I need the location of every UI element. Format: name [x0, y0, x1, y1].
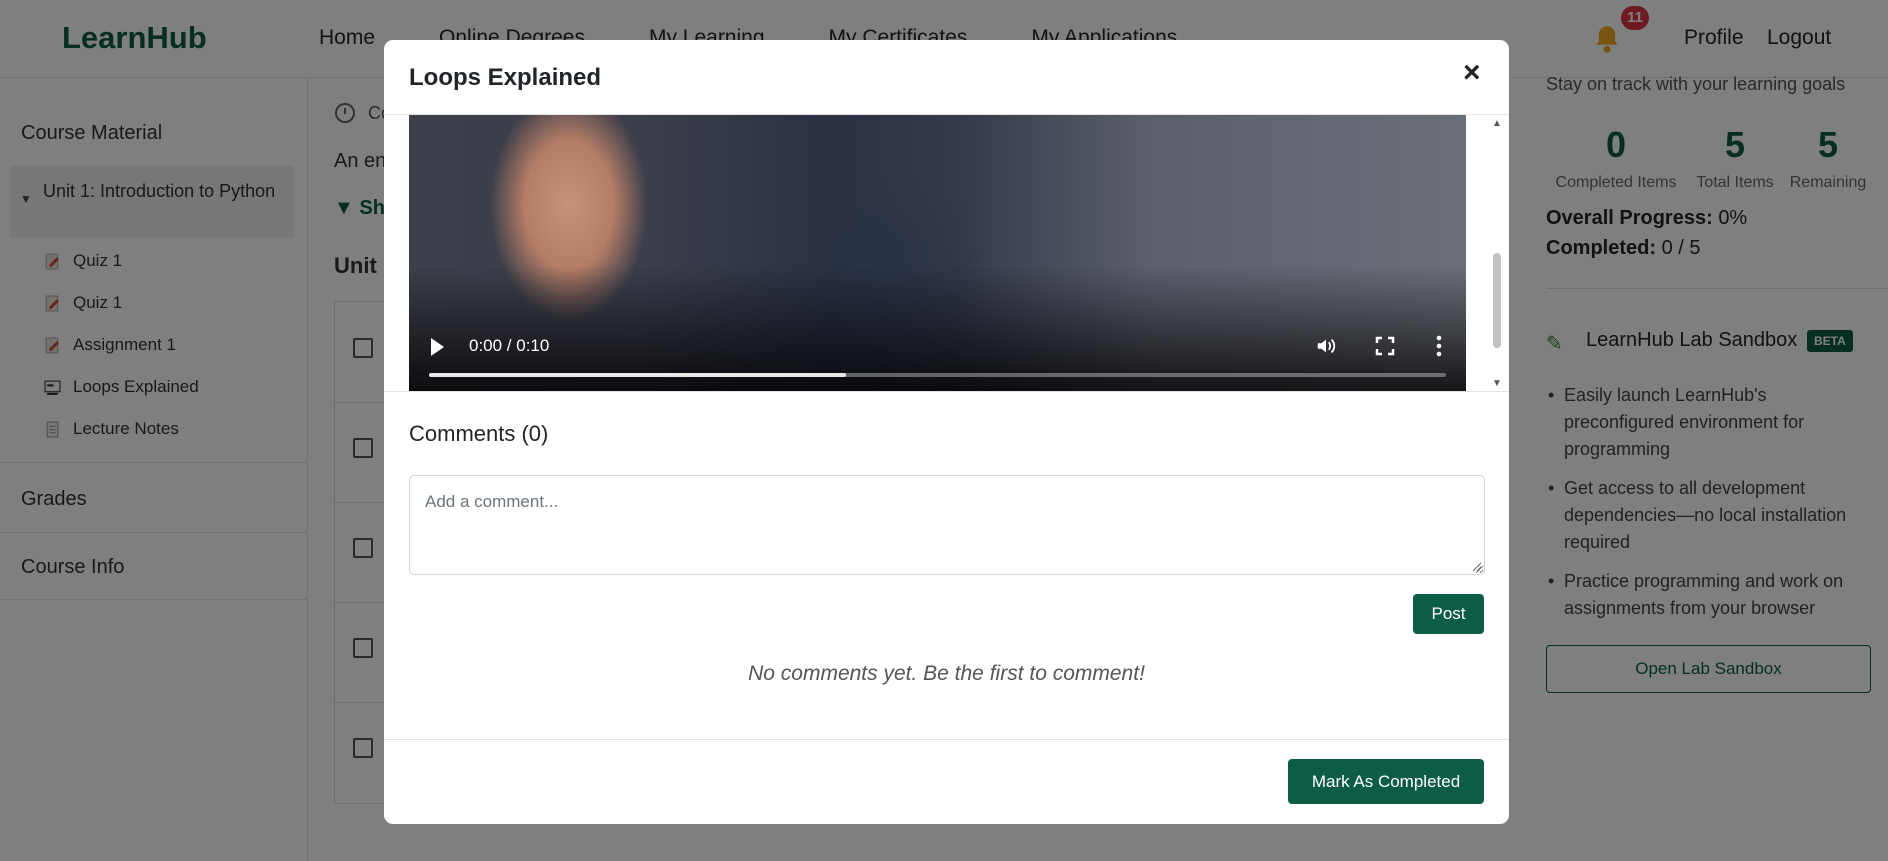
video-divider	[384, 391, 1509, 392]
volume-icon[interactable]	[1315, 335, 1337, 357]
comment-input[interactable]	[409, 475, 1485, 575]
comments-title: Comments (0)	[409, 421, 549, 446]
close-icon[interactable]: ×	[1463, 58, 1481, 88]
more-options-icon[interactable]	[1436, 335, 1442, 357]
video-player[interactable]: 0:00 / 0:10	[409, 115, 1466, 391]
mark-as-completed-button[interactable]: Mark As Completed	[1288, 759, 1484, 804]
modal-header: Loops Explained ×	[384, 40, 1509, 115]
modal-scrollbar[interactable]: ▲ ▼	[1489, 118, 1505, 390]
scroll-thumb[interactable]	[1493, 253, 1501, 348]
video-time: 0:00 / 0:10	[469, 336, 550, 355]
play-icon[interactable]	[431, 338, 444, 356]
fullscreen-icon[interactable]	[1375, 336, 1395, 356]
modal-title: Loops Explained	[409, 64, 602, 91]
no-comments-message: No comments yet. Be the first to comment…	[748, 662, 1145, 685]
scroll-down-icon[interactable]: ▼	[1492, 378, 1502, 389]
video-modal: Loops Explained × 0:00 / 0:10 ▲ ▼ Commen…	[384, 40, 1509, 824]
video-buffer-bar	[429, 373, 846, 377]
video-progress-track[interactable]	[429, 373, 1446, 377]
resize-handle-icon[interactable]	[1472, 562, 1482, 572]
scroll-up-icon[interactable]: ▲	[1492, 118, 1502, 129]
post-comment-button[interactable]: Post	[1413, 594, 1484, 634]
